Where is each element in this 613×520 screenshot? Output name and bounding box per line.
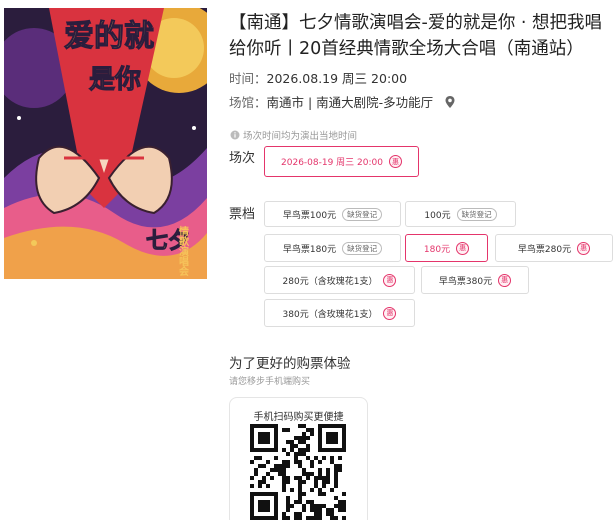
tier-option[interactable]: 早鸟票380元 惠 <box>421 266 529 294</box>
event-time-row: 时间： 2026.08.19 周三 20:00 <box>229 68 407 87</box>
time-label: 时间： <box>229 71 267 86</box>
tier-option[interactable]: 380元（含玫瑰花1支） 惠 <box>264 299 415 327</box>
tier-option[interactable]: 100元 缺货登记 <box>405 201 516 227</box>
event-poster: 爱的就 是你 七夕 情歌演唱会 <box>4 8 207 279</box>
poster-text-main: 爱的就 <box>64 19 154 54</box>
event-venue-row: 场馆： 南通市 | 南通大剧院-多功能厅 <box>229 92 457 111</box>
tier-option-text: 180元 <box>423 244 451 255</box>
discount-tag: 惠 <box>388 155 402 168</box>
timezone-note-text: 场次时间均为演出当地时间 <box>243 131 358 142</box>
event-title: 【南通】七夕情歌演唱会-爱的就是你 · 想把我唱给你听丨20首经典情歌全场大合唱… <box>229 13 603 59</box>
out-of-stock-tag: 缺货登记 <box>342 241 383 255</box>
tier-option-text: 100元 <box>424 210 451 221</box>
tier-option[interactable]: 早鸟票180元 缺货登记 <box>264 234 401 262</box>
time-value: 2026.08.19 周三 20:00 <box>266 71 408 86</box>
out-of-stock-tag: 缺货登记 <box>456 207 497 221</box>
promo-title: 为了更好的购票体验 <box>229 356 351 372</box>
qr-code-icon <box>250 424 346 520</box>
tier-option-text: 早鸟票280元 <box>517 244 572 255</box>
map-pin-icon[interactable] <box>443 95 457 109</box>
qr-card: 手机扫码购买更便捷 <box>229 397 368 520</box>
venue-label: 场馆： <box>229 95 267 110</box>
promo-subtitle: 请您移步手机端购买 <box>229 377 311 387</box>
out-of-stock-tag: 缺货登记 <box>342 207 383 221</box>
tier-option-text: 280元（含玫瑰花1支） <box>282 276 378 287</box>
svg-text:是你: 是你 <box>89 65 141 95</box>
discount-tag: 惠 <box>383 273 397 287</box>
discount-tag: 惠 <box>498 273 512 287</box>
tier-option-text: 早鸟票100元 <box>282 210 337 221</box>
tier-option-text: 早鸟票380元 <box>438 276 493 287</box>
discount-tag: 惠 <box>383 306 397 320</box>
discount-tag: 惠 <box>577 241 591 255</box>
qr-title: 手机扫码购买更便捷 <box>253 412 344 423</box>
tier-option-text: 早鸟票180元 <box>282 244 337 255</box>
svg-text:情歌演唱会: 情歌演唱会 <box>177 225 189 277</box>
session-label: 场次 <box>229 151 256 166</box>
tier-option[interactable]: 早鸟票100元 缺货登记 <box>264 201 401 227</box>
tier-option[interactable]: 280元（含玫瑰花1支） 惠 <box>264 266 415 294</box>
session-option[interactable]: 2026-08-19 周三 20:00 惠 <box>264 146 419 177</box>
session-option-text: 2026-08-19 周三 20:00 <box>281 158 383 168</box>
timezone-note: 场次时间均为演出当地时间 <box>230 128 357 142</box>
tier-option-text: 380元（含玫瑰花1支） <box>282 309 378 320</box>
venue-value: 南通市 | 南通大剧院-多功能厅 <box>266 95 434 110</box>
tier-option-selected[interactable]: 180元 惠 <box>405 234 488 262</box>
discount-tag: 惠 <box>456 241 470 255</box>
tier-option[interactable]: 早鸟票280元 惠 <box>495 234 613 262</box>
tier-label: 票档 <box>229 207 256 222</box>
info-icon <box>230 130 240 140</box>
